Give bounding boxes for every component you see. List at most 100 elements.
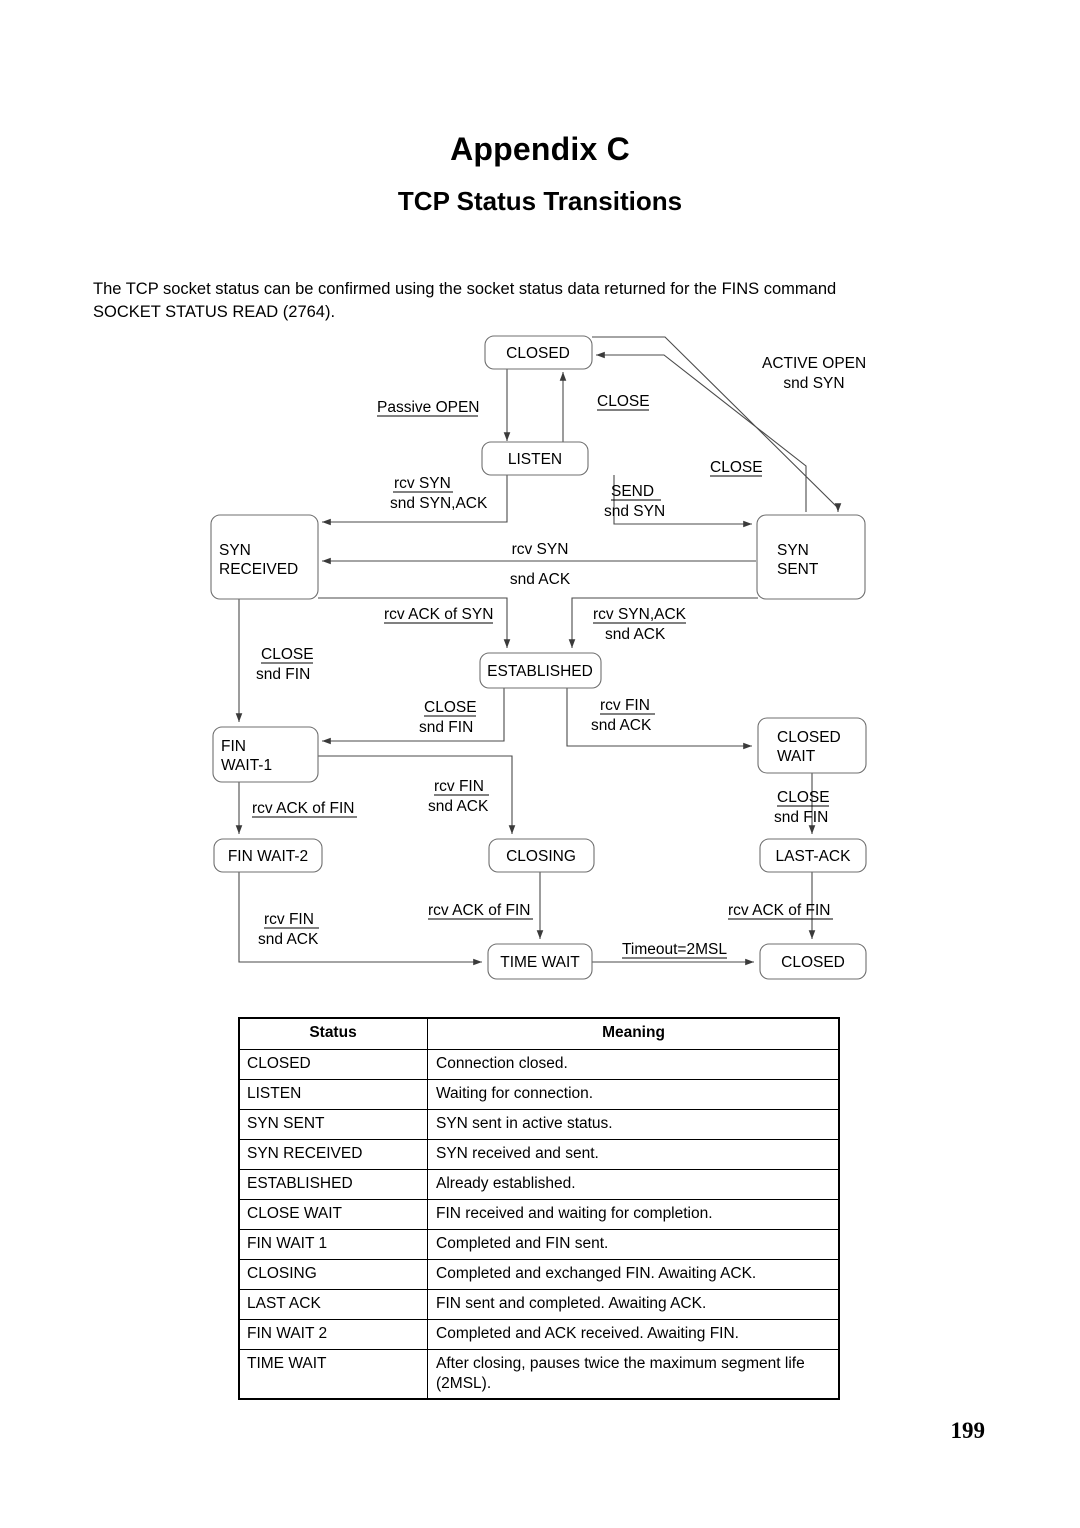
table-row: SYN SENT SYN sent in active status. — [238, 1109, 840, 1140]
table-header-meaning: Meaning — [427, 1017, 840, 1050]
svg-text:rcv ACK of FIN: rcv ACK of FIN — [252, 800, 355, 817]
svg-text:rcv ACK of FIN: rcv ACK of FIN — [728, 902, 831, 919]
svg-text:snd SYN: snd SYN — [783, 375, 844, 392]
page-number: 199 — [950, 1418, 986, 1443]
state-listen-label: LISTEN — [508, 451, 562, 468]
svg-text:snd FIN: snd FIN — [774, 809, 828, 826]
page: Appendix C TCP Status Transitions The TC… — [0, 0, 1080, 1528]
state-last-ack-label: LAST-ACK — [776, 848, 852, 865]
table-cell-status: LAST ACK — [238, 1289, 428, 1320]
state-syn-sent-label-2: SENT — [777, 561, 819, 578]
table-cell-status: SYN RECEIVED — [238, 1139, 428, 1170]
table-cell-status: SYN SENT — [238, 1109, 428, 1140]
table-cell-status: ESTABLISHED — [238, 1169, 428, 1200]
state-fin-wait-2-label: FIN WAIT-2 — [228, 848, 308, 865]
svg-text:rcv SYN,ACK: rcv SYN,ACK — [593, 606, 687, 623]
label-close-snd-fin-established: CLOSE snd FIN — [419, 699, 477, 736]
state-established-label: ESTABLISHED — [487, 663, 593, 680]
svg-text:snd SYN: snd SYN — [604, 503, 665, 520]
table-header-row: Status Meaning — [238, 1017, 840, 1050]
state-closing-label: CLOSING — [506, 848, 576, 865]
svg-text:ACTIVE OPEN: ACTIVE OPEN — [762, 355, 866, 372]
state-closed-wait: CLOSED WAIT — [757, 717, 867, 774]
appendix-title: Appendix C — [450, 131, 630, 167]
svg-text:rcv SYN: rcv SYN — [394, 475, 451, 492]
svg-text:snd ACK: snd ACK — [258, 931, 319, 948]
svg-text:CLOSE: CLOSE — [424, 699, 477, 716]
status-meaning-table: Status Meaning CLOSED Connection closed.… — [238, 1017, 840, 1400]
table-cell-meaning: SYN received and sent. — [427, 1139, 840, 1170]
label-passive-open: Passive OPEN — [377, 399, 480, 417]
state-closing: CLOSING — [488, 838, 595, 873]
page-subtitle: TCP Status Transitions — [397, 186, 683, 216]
table-cell-status: CLOSED — [238, 1049, 428, 1080]
label-rcv-fin-snd-ack-fw1: rcv FIN snd ACK — [428, 778, 489, 815]
table-body: CLOSED Connection closed. LISTEN Waiting… — [238, 1049, 840, 1400]
state-closed-top: CLOSED — [484, 335, 593, 370]
table-cell-meaning: Connection closed. — [427, 1049, 840, 1080]
table-cell-meaning: Waiting for connection. — [427, 1079, 840, 1110]
table-cell-status: CLOSING — [238, 1259, 428, 1290]
table-row: SYN RECEIVED SYN received and sent. — [238, 1139, 840, 1170]
label-rcv-fin-snd-ack-established: rcv FIN snd ACK — [591, 697, 655, 734]
table-cell-meaning: SYN sent in active status. — [427, 1109, 840, 1140]
state-syn-sent: SYN SENT — [756, 514, 866, 600]
table-cell-meaning: Already established. — [427, 1169, 840, 1200]
svg-text:snd SYN,ACK: snd SYN,ACK — [390, 495, 488, 512]
label-rcv-synack-snd-ack: rcv SYN,ACK snd ACK — [593, 606, 687, 643]
table-cell-status: FIN WAIT 2 — [238, 1319, 428, 1350]
svg-text:rcv FIN: rcv FIN — [600, 697, 650, 714]
table-row: FIN WAIT 2 Completed and ACK received. A… — [238, 1319, 840, 1350]
svg-text:Passive OPEN: Passive OPEN — [377, 399, 480, 416]
table-row: ESTABLISHED Already established. — [238, 1169, 840, 1200]
svg-text:CLOSE: CLOSE — [597, 393, 650, 410]
label-rcv-ack-of-fin-fw1: rcv ACK of FIN — [252, 800, 357, 818]
state-time-wait-label: TIME WAIT — [500, 954, 580, 971]
label-rcv-syn-snd-ack: rcv SYN snd ACK — [510, 541, 571, 588]
state-fin-wait-1: FIN WAIT-1 — [212, 726, 319, 783]
label-rcv-ack-of-syn: rcv ACK of SYN — [384, 606, 493, 624]
svg-text:snd ACK: snd ACK — [591, 717, 652, 734]
table-row: LAST ACK FIN sent and completed. Awaitin… — [238, 1289, 840, 1320]
label-close-synsent-closed: CLOSE — [710, 459, 763, 477]
label-rcv-fin-snd-ack-fw2: rcv FIN snd ACK — [258, 911, 319, 948]
table-row: LISTEN Waiting for connection. — [238, 1079, 840, 1110]
table-header-status: Status — [238, 1017, 428, 1050]
svg-text:CLOSE: CLOSE — [261, 646, 314, 663]
table-row: CLOSING Completed and exchanged FIN. Awa… — [238, 1259, 840, 1290]
table-cell-meaning: Completed and FIN sent. — [427, 1229, 840, 1260]
table-cell-status: CLOSE WAIT — [238, 1199, 428, 1230]
state-syn-received-label-1: SYN — [219, 542, 251, 559]
svg-text:rcv ACK of FIN: rcv ACK of FIN — [428, 902, 531, 919]
edge-close-snd-fin-established — [322, 688, 505, 745]
svg-text:rcv FIN: rcv FIN — [264, 911, 314, 928]
label-close-snd-fin-synrcvd: CLOSE snd FIN — [256, 646, 314, 683]
state-time-wait: TIME WAIT — [487, 943, 593, 980]
state-closed-top-label: CLOSED — [506, 345, 570, 362]
table-row: CLOSE WAIT FIN received and waiting for … — [238, 1199, 840, 1230]
state-closed-bottom-label: CLOSED — [781, 954, 845, 971]
intro-paragraph: The TCP socket status can be confirmed u… — [93, 278, 981, 324]
label-close-listen-closed: CLOSE — [597, 393, 650, 411]
svg-text:snd ACK: snd ACK — [605, 626, 666, 643]
svg-text:rcv SYN: rcv SYN — [512, 541, 569, 558]
svg-text:snd FIN: snd FIN — [256, 666, 310, 683]
svg-text:rcv FIN: rcv FIN — [434, 778, 484, 795]
state-fin-wait-1-label-1: FIN — [221, 738, 246, 755]
table-cell-meaning: FIN sent and completed. Awaiting ACK. — [427, 1289, 840, 1320]
table-row: FIN WAIT 1 Completed and FIN sent. — [238, 1229, 840, 1260]
svg-text:Timeout=2MSL: Timeout=2MSL — [622, 941, 727, 958]
label-timeout-2msl: Timeout=2MSL — [622, 941, 727, 959]
state-syn-received: SYN RECEIVED — [210, 514, 319, 600]
svg-text:CLOSE: CLOSE — [710, 459, 763, 476]
label-active-open: ACTIVE OPEN snd SYN — [762, 355, 866, 392]
table-cell-meaning: After closing, pauses twice the maximum … — [427, 1349, 840, 1400]
label-rcv-ack-of-fin-closing: rcv ACK of FIN — [428, 902, 533, 920]
svg-text:snd FIN: snd FIN — [419, 719, 473, 736]
table-cell-status: FIN WAIT 1 — [238, 1229, 428, 1260]
intro-line-1: The TCP socket status can be confirmed u… — [93, 280, 837, 298]
state-established: ESTABLISHED — [479, 652, 602, 689]
label-rcv-ack-of-fin-lastack: rcv ACK of FIN — [728, 902, 833, 920]
svg-text:snd ACK: snd ACK — [428, 798, 489, 815]
label-close-snd-fin-closedwait: CLOSE snd FIN — [774, 789, 830, 826]
